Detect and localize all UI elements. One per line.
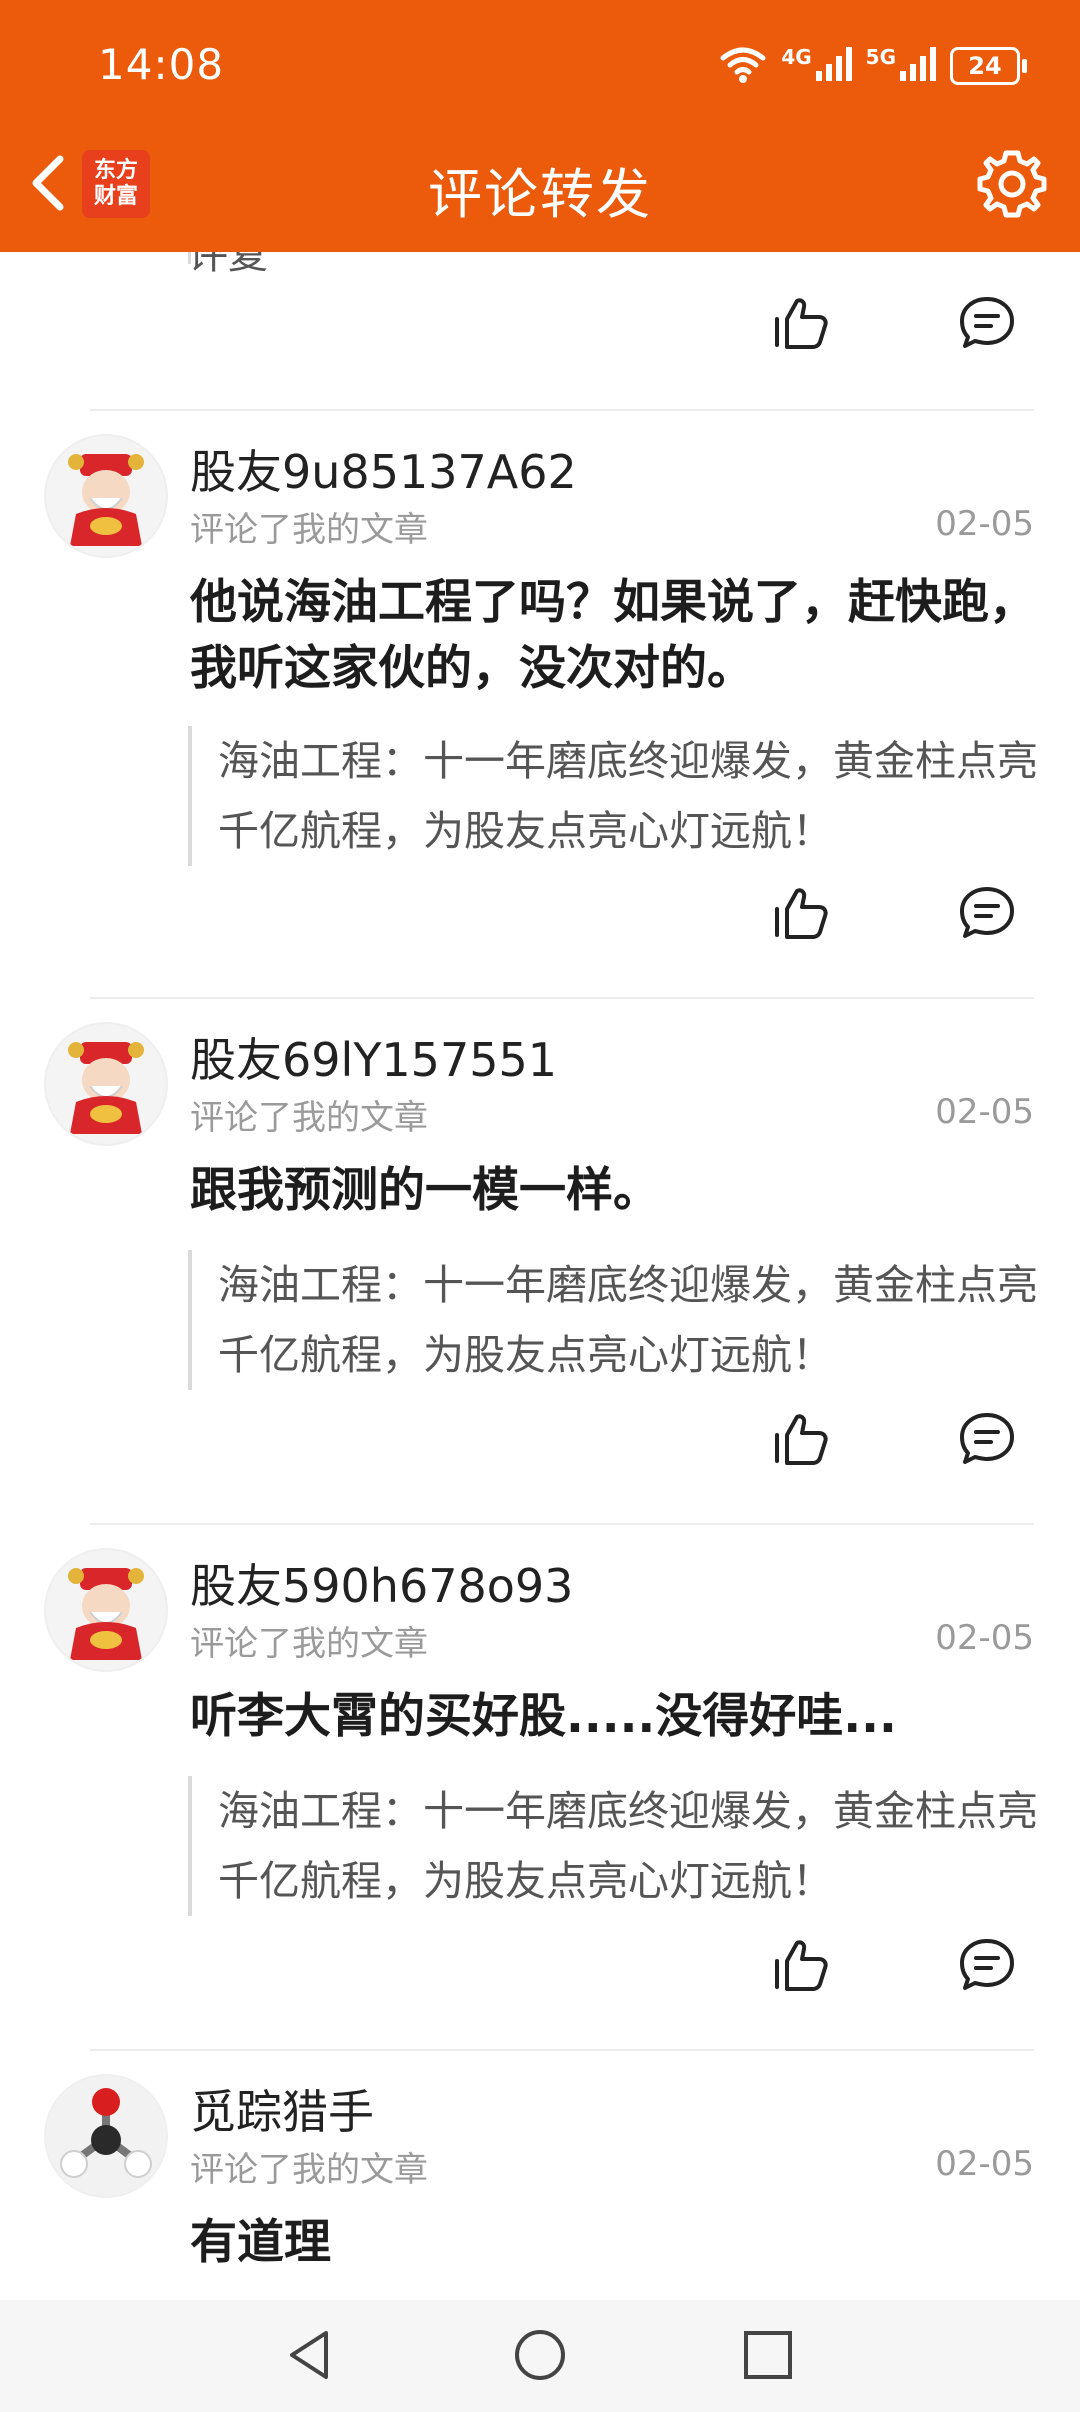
battery-indicator: 24 [950, 47, 1027, 85]
comment-icon [957, 1935, 1017, 1999]
comment-date: 02-05 [935, 1618, 1034, 1658]
item-actions [0, 290, 1080, 380]
wifi-icon [719, 44, 767, 88]
square-recents-icon [740, 2327, 796, 2387]
like-button[interactable] [766, 290, 836, 360]
comment-text[interactable]: 有道理 [190, 2210, 1040, 2276]
thumbs-up-icon [771, 1409, 831, 1473]
username[interactable]: 股友9u85137A62 [190, 436, 577, 502]
system-nav-bar [0, 2300, 1080, 2412]
settings-button[interactable] [974, 148, 1050, 224]
app-header: 14:08 4G 5G 24 东方 财富 评论转发 [0, 0, 1080, 252]
nav-back-button[interactable] [275, 2322, 345, 2392]
avatar[interactable] [44, 2074, 168, 2198]
circle-home-icon [512, 2327, 568, 2387]
reply-button[interactable] [952, 290, 1022, 360]
like-button[interactable] [766, 1406, 836, 1476]
reply-button[interactable] [952, 1406, 1022, 1476]
quoted-article[interactable]: 海油工程：十一年磨底终迎爆发，黄金柱点亮千亿航程，为股友点亮心灯远航！ [188, 726, 1054, 866]
comment-text[interactable]: 他说海油工程了吗？如果说了，赶快跑，我听这家伙的，没次对的。 [190, 570, 1040, 702]
status-time: 14:08 [98, 40, 225, 89]
action-subtitle: 评论了我的文章 [190, 1624, 428, 1664]
comment-icon [957, 883, 1017, 947]
network-label-4g: 4G [781, 45, 812, 69]
reply-button[interactable] [952, 1932, 1022, 2002]
action-subtitle: 评论了我的文章 [190, 1098, 428, 1138]
avatar[interactable] [44, 1022, 168, 1146]
partial-quote-text: 评复 [188, 252, 268, 278]
comment-text[interactable]: 听李大霄的买好股.....没得好哇... [190, 1684, 1040, 1750]
comment-icon [957, 1409, 1017, 1473]
avatar[interactable] [44, 1548, 168, 1672]
divider [90, 2049, 1034, 2051]
nav-recents-button[interactable] [733, 2322, 803, 2392]
like-button[interactable] [766, 1932, 836, 2002]
item-actions [0, 1406, 1080, 1496]
action-subtitle: 评论了我的文章 [190, 510, 428, 550]
network-label-5g: 5G [865, 45, 896, 69]
action-subtitle: 评论了我的文章 [190, 2150, 428, 2190]
quoted-article[interactable]: 海油工程：十一年磨底终迎爆发，黄金柱点亮千亿航程，为股友点亮心灯远航！ [188, 1250, 1054, 1390]
thumbs-up-icon [771, 1935, 831, 1999]
status-icons: 4G 5G 24 [719, 36, 1027, 96]
avatar[interactable] [44, 434, 168, 558]
signal-icon [815, 47, 852, 85]
page-title: 评论转发 [428, 163, 652, 226]
comment-feed[interactable]: 评复 股友9u85137A62 评论了我的文章 02-05 他说海油工程了吗？如… [0, 252, 1080, 2302]
thumbs-up-icon [771, 883, 831, 947]
reply-button[interactable] [952, 880, 1022, 950]
username[interactable]: 股友69lY157551 [190, 1024, 557, 1090]
divider [90, 997, 1034, 999]
comment-date: 02-05 [935, 2144, 1034, 2184]
divider [90, 1523, 1034, 1525]
thumbs-up-icon [771, 293, 831, 357]
triangle-back-icon [282, 2327, 338, 2387]
username[interactable]: 股友590h678o93 [190, 1550, 573, 1616]
comment-date: 02-05 [935, 1092, 1034, 1132]
signal-icon-2 [900, 47, 936, 85]
comment-date: 02-05 [935, 504, 1034, 544]
comment-icon [957, 293, 1017, 357]
item-actions [0, 1932, 1080, 2022]
item-actions [0, 880, 1080, 970]
battery-level: 24 [968, 52, 1002, 80]
gear-icon [976, 148, 1048, 224]
divider [90, 409, 1034, 411]
comment-text[interactable]: 跟我预测的一模一样。 [190, 1158, 1040, 1224]
username[interactable]: 觅踪猎手 [190, 2076, 374, 2142]
quoted-article[interactable]: 海油工程：十一年磨底终迎爆发，黄金柱点亮千亿航程，为股友点亮心灯远航！ [188, 1776, 1054, 1916]
nav-home-button[interactable] [505, 2322, 575, 2392]
like-button[interactable] [766, 880, 836, 950]
